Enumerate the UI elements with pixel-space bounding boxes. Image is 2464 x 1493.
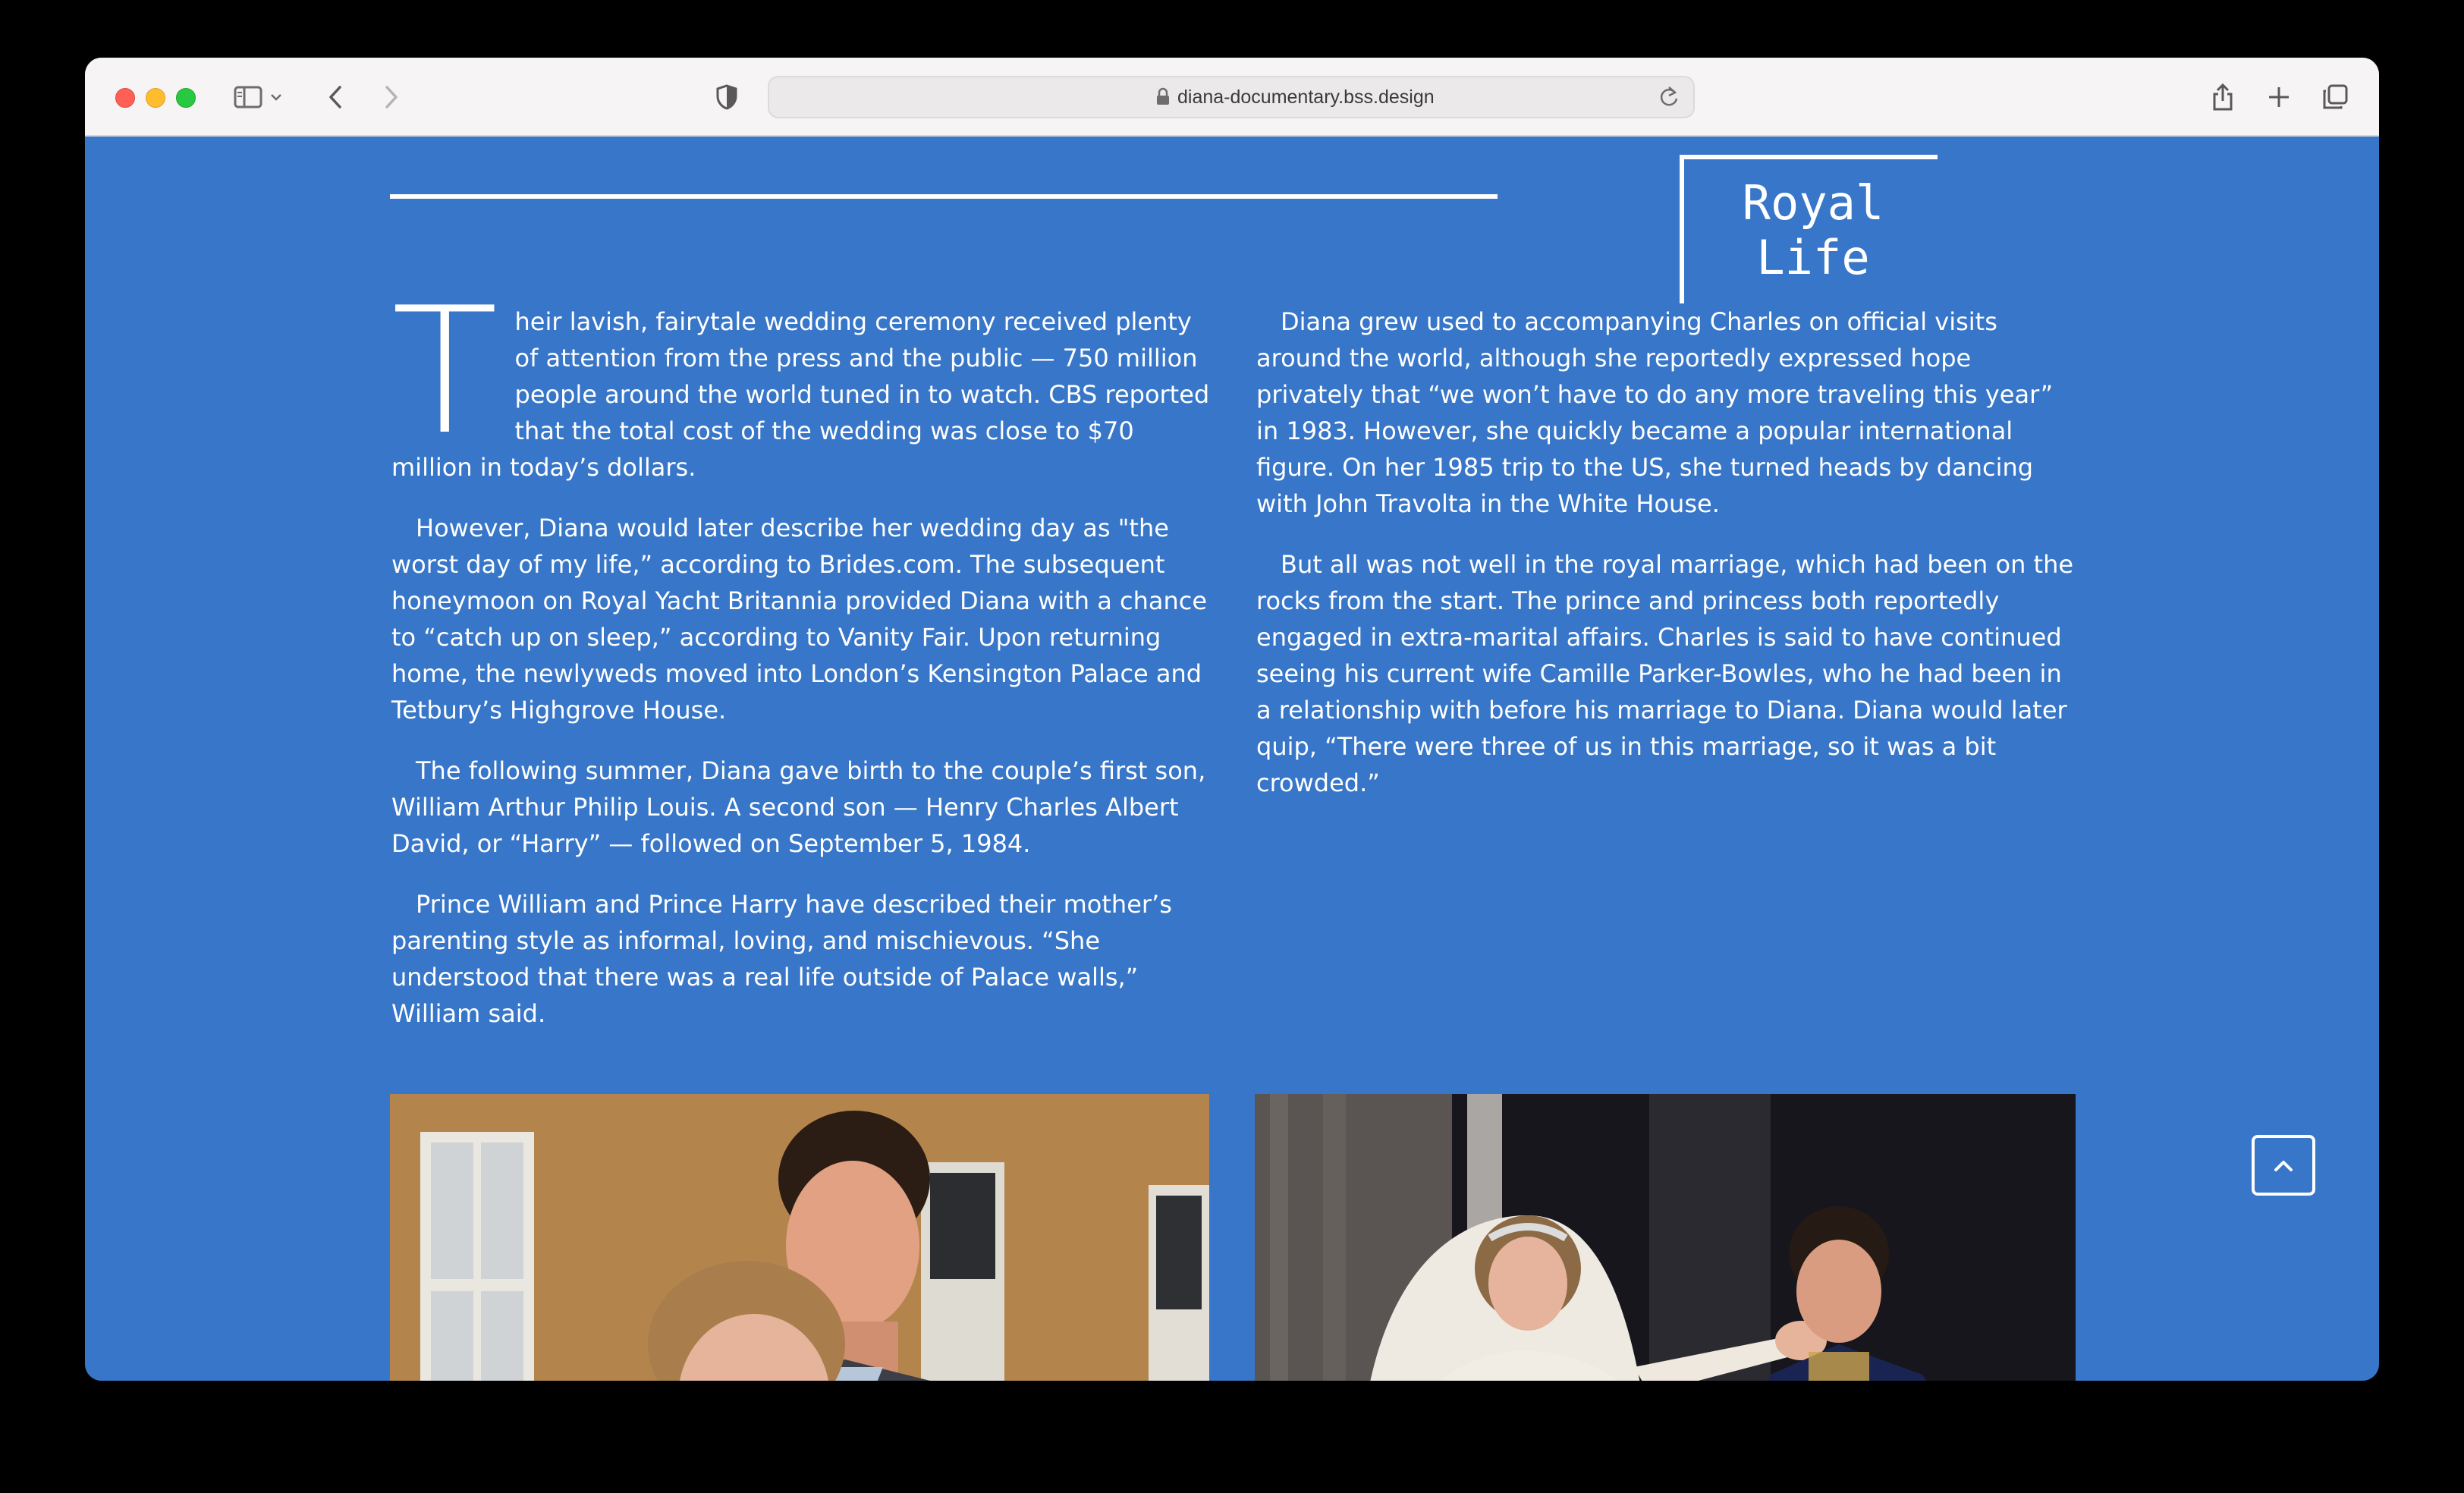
shield-icon[interactable] [712,80,742,114]
lock-icon [1156,86,1170,108]
article-column-left: Their lavish, fairytale wedding ceremony… [391,271,1211,1056]
minimize-window-button[interactable] [146,88,165,108]
back-icon[interactable] [320,80,350,114]
sidebar-icon[interactable] [232,80,264,114]
address-bar[interactable]: diana-documentary.bss.design [768,76,1695,118]
article-paragraph: However, Diana would later describe her … [391,514,1208,724]
browser-toolbar: diana-documentary.bss.design [85,58,2379,137]
page-content: Royal Life Their lavish, fairytale weddi… [85,137,2379,1381]
article-paragraph: Diana grew used to accompanying Charles … [1256,307,2054,518]
photo-royal-wedding-balcony [1255,1094,2076,1381]
forward-icon[interactable] [376,80,407,114]
article-paragraph: The following summer, Diana gave birth t… [391,756,1206,858]
section-divider [390,194,1498,199]
drop-cap: T [391,271,498,473]
photo-charles-and-diana [390,1094,1209,1381]
article-paragraph: Their lavish, fairytale wedding ceremony… [391,271,1210,482]
scroll-to-top-button[interactable] [2252,1135,2315,1196]
reload-icon[interactable] [1658,85,1681,108]
section-heading-box: Royal Life [1680,155,1938,303]
section-title: Royal Life [1742,175,1884,285]
chevron-up-icon [2274,1161,2293,1171]
tabs-icon[interactable] [2318,80,2352,114]
plus-icon[interactable] [2264,80,2294,114]
article-column-right: Diana grew used to accompanying Charles … [1256,303,2080,825]
browser-window: diana-documentary.bss.design Royal Life … [85,58,2379,1381]
article-paragraph: Prince William and Prince Harry have des… [391,890,1172,1028]
chevron-down-icon[interactable] [269,80,284,114]
article-paragraph: But all was not well in the royal marria… [1256,550,2074,797]
close-window-button[interactable] [115,88,135,108]
url-text: diana-documentary.bss.design [1177,86,1435,108]
share-icon[interactable] [2208,80,2238,114]
zoom-window-button[interactable] [176,88,196,108]
